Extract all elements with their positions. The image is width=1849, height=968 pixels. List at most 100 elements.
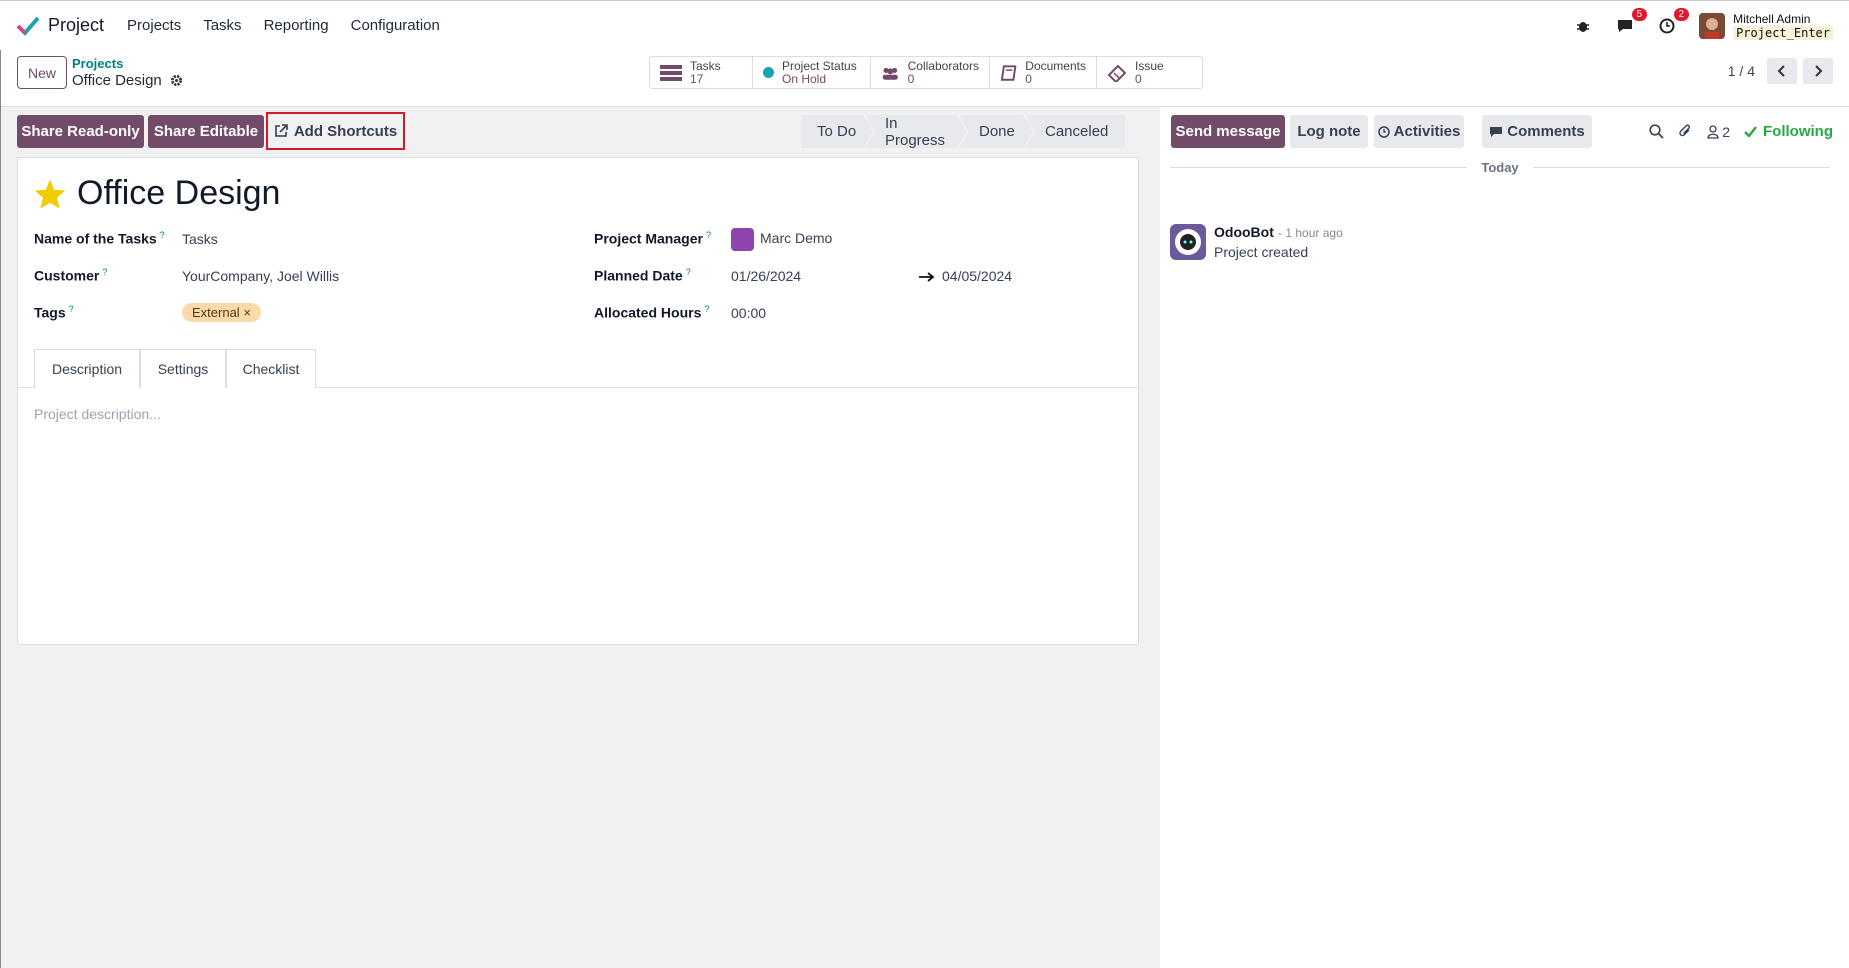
menu-projects[interactable]: Projects [116, 17, 192, 34]
stat-issue[interactable]: Issue 0 [1097, 57, 1202, 88]
manager-field[interactable]: Marc Demo [731, 228, 832, 251]
systray: 5 2 Mitchell Admin Project_Enter [1573, 1, 1833, 51]
message-body: Project created [1214, 244, 1309, 260]
tab-checklist[interactable]: Checklist [226, 349, 316, 388]
robot-icon [1175, 229, 1201, 255]
share-readonly-button[interactable]: Share Read-only [17, 115, 144, 148]
stage-statusbar: To Do In Progress Done Canceled [801, 115, 1125, 148]
stat-collaborators-value: 0 [907, 71, 915, 86]
menu-configuration[interactable]: Configuration [340, 17, 451, 34]
help-icon: ? [68, 304, 74, 314]
tags-label: Tags [34, 304, 66, 321]
pager-previous-button[interactable] [1767, 58, 1797, 84]
name-of-tasks-label-wrap: Name of the Tasks? [34, 230, 165, 247]
odoobot-avatar[interactable] [1170, 224, 1206, 260]
pager-next-button[interactable] [1803, 58, 1833, 84]
following-label: Following [1763, 123, 1833, 140]
user-name: Mitchell Admin [1733, 12, 1811, 26]
activities-button[interactable]: Activities [1374, 115, 1464, 148]
stat-tasks-label: Tasks [690, 58, 721, 73]
hours-label-wrap: Allocated Hours? [594, 304, 709, 321]
tag-remove-icon[interactable]: × [243, 305, 251, 320]
stat-collaborators[interactable]: Collaborators 0 [871, 57, 990, 88]
menu-reporting[interactable]: Reporting [253, 17, 340, 34]
stat-issue-value: 0 [1135, 71, 1142, 86]
chatter-message: OdooBot - 1 hour ago Project created [1170, 224, 1343, 260]
stat-tasks[interactable]: Tasks 17 [650, 57, 753, 88]
menu-tasks[interactable]: Tasks [192, 17, 252, 34]
name-of-tasks-field[interactable]: Tasks [182, 231, 218, 247]
breadcrumb-projects[interactable]: Projects [72, 56, 183, 71]
search-icon[interactable] [1649, 124, 1664, 139]
planned-start-field[interactable]: 01/26/2024 [731, 268, 801, 284]
stage-done[interactable]: Done [959, 115, 1033, 148]
following-button[interactable]: Following [1744, 123, 1833, 140]
control-panel: New Projects Office Design Tasks 17 Proje… [0, 50, 1849, 107]
name-of-tasks-label: Name of the Tasks [34, 230, 157, 247]
app-brand[interactable]: Project [16, 14, 104, 38]
stat-buttons: Tasks 17 Project Status On Hold Collaborat… [649, 56, 1203, 89]
date-separator-label: Today [1481, 159, 1519, 175]
tasks-icon [660, 64, 682, 81]
stat-collaborators-label: Collaborators [907, 58, 979, 73]
ticket-icon [1107, 64, 1127, 82]
stat-project-status[interactable]: Project Status On Hold [753, 57, 871, 88]
planned-end-field[interactable]: 04/05/2024 [942, 268, 1012, 284]
activities-label: Activities [1393, 123, 1461, 140]
tags-label-wrap: Tags? [34, 304, 74, 321]
help-icon: ? [102, 267, 108, 277]
manager-label: Project Manager [594, 230, 703, 247]
star-favorite-icon[interactable] [33, 178, 67, 210]
stat-documents-label: Documents [1025, 58, 1086, 73]
database-name: Project_Enter [1733, 26, 1833, 40]
user-avatar [1699, 13, 1726, 39]
tag-external[interactable]: External × [182, 303, 261, 322]
activities-badge: 2 [1673, 8, 1690, 21]
share-editable-button[interactable]: Share Editable [148, 115, 264, 148]
pager-count[interactable]: 1 / 4 [1728, 63, 1755, 79]
new-button[interactable]: New [17, 56, 67, 89]
form-action-bar: Share Read-only Share Editable Add Short… [0, 107, 1160, 157]
tag-label: External [192, 305, 240, 320]
send-message-button[interactable]: Send message [1171, 115, 1285, 148]
paperclip-icon[interactable] [1678, 124, 1693, 139]
hours-label: Allocated Hours [594, 304, 702, 321]
bug-icon[interactable] [1573, 16, 1593, 36]
followers-button[interactable]: 2 [1707, 124, 1730, 140]
book-icon [1000, 64, 1017, 81]
chevron-left-icon [1777, 65, 1785, 77]
check-icon [1744, 126, 1757, 137]
user-icon [1707, 124, 1719, 139]
followers-count: 2 [1722, 123, 1731, 140]
notebook-tabs: Description Settings Checklist [18, 349, 1138, 389]
project-title[interactable]: Office Design [77, 174, 280, 213]
users-icon [882, 67, 898, 80]
stage-todo[interactable]: To Do [801, 115, 873, 148]
messages-icon[interactable]: 5 [1615, 8, 1648, 36]
stat-tasks-value: 17 [690, 71, 704, 86]
help-icon: ? [685, 267, 691, 277]
add-shortcuts-label: Add Shortcuts [293, 122, 398, 140]
top-navbar: Project Projects Tasks Reporting Configu… [0, 0, 1849, 50]
gear-icon[interactable] [170, 74, 183, 87]
user-menu[interactable]: Mitchell Admin Project_Enter [1699, 12, 1833, 40]
customer-label: Customer [34, 267, 100, 284]
stage-canceled[interactable]: Canceled [1025, 115, 1125, 148]
activities-clock-icon[interactable]: 2 [1657, 8, 1690, 36]
chevron-right-icon [1815, 65, 1823, 77]
log-note-button[interactable]: Log note [1290, 115, 1368, 148]
message-author[interactable]: OdooBot [1214, 224, 1274, 240]
description-editor[interactable]: Project description... [34, 406, 161, 422]
stat-documents[interactable]: Documents 0 [990, 57, 1097, 88]
stage-in-progress[interactable]: In Progress [865, 115, 967, 148]
left-border [0, 50, 1, 968]
comments-button[interactable]: Comments [1482, 115, 1592, 148]
add-shortcuts-button[interactable]: Add Shortcuts [266, 112, 405, 150]
tab-description[interactable]: Description [34, 349, 140, 389]
chatter: Send message Log note Activities Comment… [1160, 107, 1849, 968]
allocated-hours-field[interactable]: 00:00 [731, 305, 766, 321]
manager-label-wrap: Project Manager? [594, 230, 711, 247]
tab-settings[interactable]: Settings [140, 349, 226, 388]
form-title: Office Design [33, 174, 280, 213]
customer-field[interactable]: YourCompany, Joel Willis [182, 268, 339, 284]
